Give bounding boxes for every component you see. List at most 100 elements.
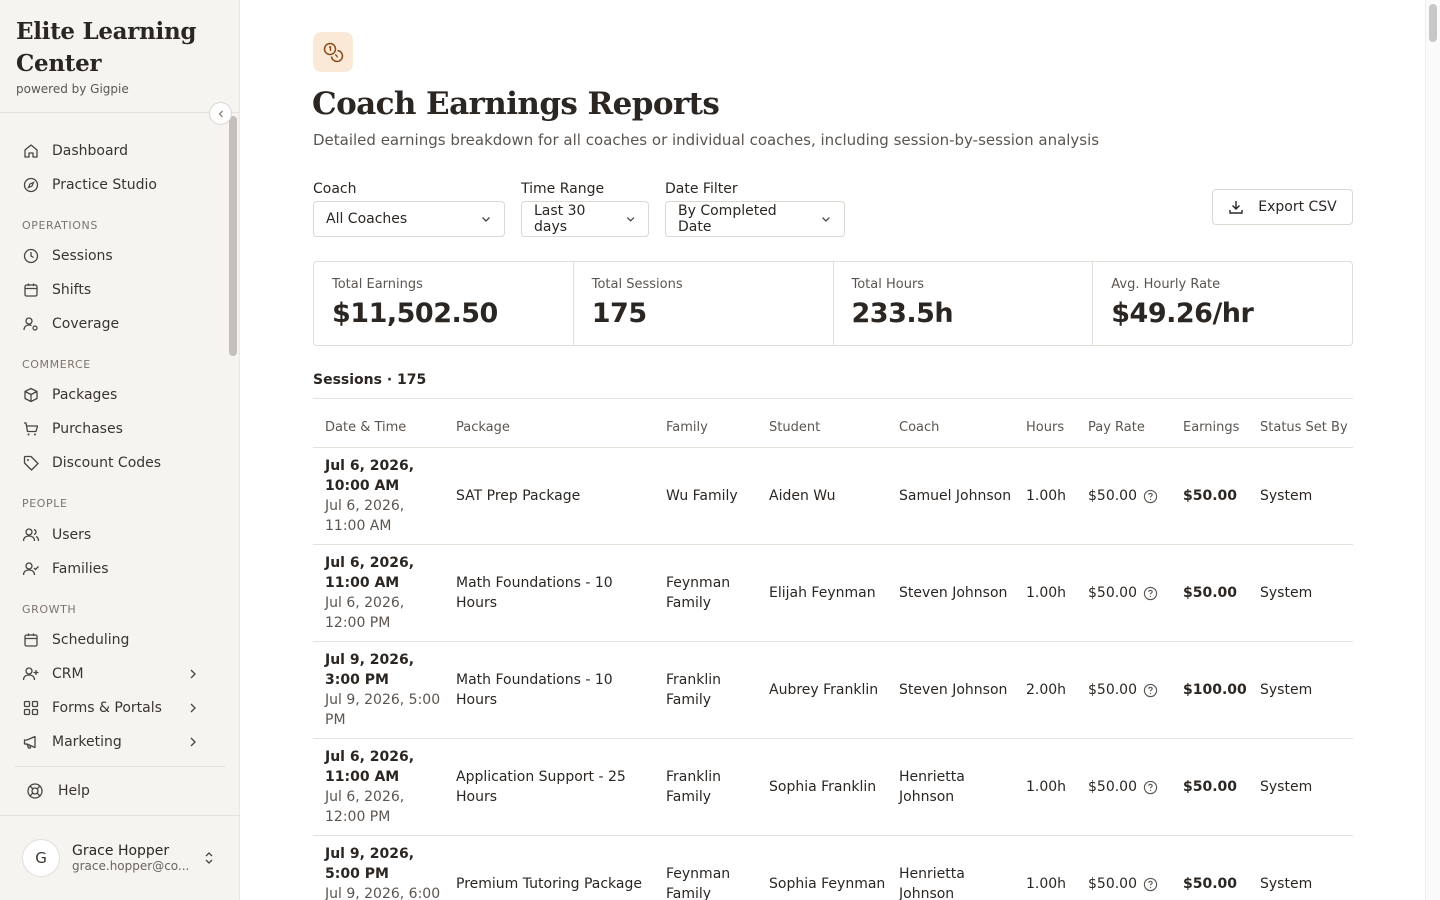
package-cell: Premium Tutoring Package xyxy=(456,876,642,892)
export-csv-button[interactable]: Export CSV xyxy=(1212,189,1353,225)
date-filter-select[interactable]: By Completed Date xyxy=(665,201,845,237)
sidebar-item-coverage[interactable]: Coverage xyxy=(14,307,214,341)
column-header[interactable]: Student xyxy=(757,418,887,438)
sidebar-item-label: Practice Studio xyxy=(52,177,157,193)
sidebar-item-label: Discount Codes xyxy=(52,455,162,471)
sidebar-item-scheduling[interactable]: Scheduling xyxy=(14,623,214,657)
collapse-sidebar-button[interactable] xyxy=(209,102,232,125)
sessions-divider xyxy=(313,398,1353,399)
sidebar-scrollbar[interactable] xyxy=(229,116,237,356)
brand-subtitle: powered by Gigpie xyxy=(16,82,129,96)
help-circle-icon[interactable] xyxy=(1143,489,1158,504)
sidebar-nav: Dashboard Practice Studio OPERATIONS Ses… xyxy=(14,134,214,759)
brand-title: Elite Learning Center xyxy=(16,18,197,77)
hours-cell: 1.00h xyxy=(1026,488,1067,504)
column-header[interactable]: Family xyxy=(654,418,757,438)
calendar-icon xyxy=(22,631,40,649)
export-csv-label: Export CSV xyxy=(1258,199,1337,215)
sidebar-item-shifts[interactable]: Shifts xyxy=(14,273,214,307)
sidebar-item-label: Sessions xyxy=(52,248,113,264)
sidebar-item-sessions[interactable]: Sessions xyxy=(14,239,214,273)
package-cell: SAT Prep Package xyxy=(456,488,581,504)
sidebar-item-label: Dashboard xyxy=(52,143,128,159)
package-cell: Math Foundations - 10 Hours xyxy=(456,575,613,611)
coach-filter-label: Coach xyxy=(313,181,357,197)
section-heading-operations: OPERATIONS xyxy=(22,219,98,232)
column-header[interactable]: Pay Rate xyxy=(1076,418,1171,438)
sidebar-item-label: Marketing xyxy=(52,734,122,750)
family-cell: Franklin Family xyxy=(666,672,722,708)
user-menu[interactable]: G Grace Hopper grace.hopper@co... xyxy=(22,836,222,880)
column-header[interactable]: Coach xyxy=(887,418,1014,438)
stat-value: $11,502.50 xyxy=(332,298,498,329)
sidebar-item-label: Shifts xyxy=(52,282,92,298)
chevron-right-icon xyxy=(190,737,196,747)
help-circle-icon[interactable] xyxy=(1143,586,1158,601)
time-range-filter: Time Range Last 30 days xyxy=(521,181,649,237)
sidebar-item-forms-portals[interactable]: Forms & Portals xyxy=(14,691,214,725)
column-header[interactable]: Earnings xyxy=(1171,418,1248,438)
help-label: Help xyxy=(58,783,90,799)
column-header[interactable]: Date & Time xyxy=(313,418,444,438)
column-header[interactable]: Package xyxy=(444,418,654,438)
column-header[interactable]: Hours xyxy=(1014,418,1076,438)
stat-label: Total Earnings xyxy=(332,277,423,292)
help-circle-icon[interactable] xyxy=(1143,780,1158,795)
grid-icon xyxy=(22,699,40,717)
stat-label: Total Hours xyxy=(851,277,925,292)
megaphone-icon xyxy=(22,733,40,751)
chevron-right-icon xyxy=(190,669,196,679)
table-row[interactable]: Jul 9, 2026, 5:00 PM Jul 9, 2026, 6:00 PM… xyxy=(313,836,1353,900)
lifebuoy-icon xyxy=(26,782,44,800)
sidebar-item-crm[interactable]: CRM xyxy=(14,657,214,691)
page-scrollbar-thumb[interactable] xyxy=(1429,4,1437,42)
sidebar-item-families[interactable]: Families xyxy=(14,552,214,586)
page-title: Coach Earnings Reports xyxy=(312,86,720,122)
table-row[interactable]: Jul 9, 2026, 3:00 PM Jul 9, 2026, 5:00 PM… xyxy=(313,642,1353,739)
page-scrollbar-track[interactable] xyxy=(1425,0,1440,900)
hours-cell: 1.00h xyxy=(1026,585,1067,601)
chevron-down-icon xyxy=(482,217,490,222)
avatar: G xyxy=(22,839,60,877)
hours-cell: 1.00h xyxy=(1026,779,1067,795)
sidebar-item-discount-codes[interactable]: Discount Codes xyxy=(14,446,214,480)
sidebar-item-marketing[interactable]: Marketing xyxy=(14,725,214,759)
sidebar-divider-user xyxy=(0,815,240,816)
session-start: Jul 6, 2026, 11:00 AM xyxy=(325,555,415,591)
sidebar-item-label: Forms & Portals xyxy=(52,700,162,716)
sidebar-item-help[interactable]: Help xyxy=(18,774,90,808)
sidebar-item-label: CRM xyxy=(52,666,84,682)
stat-total-earnings: Total Earnings $11,502.50 xyxy=(314,262,574,345)
table-row[interactable]: Jul 6, 2026, 10:00 AM Jul 6, 2026, 11:00 … xyxy=(313,448,1353,545)
coach-select[interactable]: All Coaches xyxy=(313,201,505,237)
hours-cell: 1.00h xyxy=(1026,876,1067,892)
student-cell: Sophia Feynman xyxy=(769,876,886,892)
status-set-by-cell: System xyxy=(1260,488,1313,504)
chevron-down-icon xyxy=(626,217,635,222)
column-header[interactable]: Status Set By xyxy=(1248,418,1353,438)
sidebar-item-users[interactable]: Users xyxy=(14,518,214,552)
sidebar-item-packages[interactable]: Packages xyxy=(14,378,214,412)
time-range-select[interactable]: Last 30 days xyxy=(521,201,649,237)
session-start: Jul 9, 2026, 5:00 PM xyxy=(325,846,415,882)
sidebar-item-purchases[interactable]: Purchases xyxy=(14,412,214,446)
session-end: Jul 6, 2026, 12:00 PM xyxy=(325,789,405,825)
user-cog-icon xyxy=(22,315,40,333)
table-row[interactable]: Jul 6, 2026, 11:00 AM Jul 6, 2026, 12:00 … xyxy=(313,545,1353,642)
sidebar-divider-help xyxy=(14,766,226,767)
section-heading-growth: GROWTH xyxy=(22,603,77,616)
user-plus-icon xyxy=(22,665,40,683)
help-circle-icon[interactable] xyxy=(1143,877,1158,892)
date-filter-label: Date Filter xyxy=(665,181,738,197)
sessions-table: Date & Time Package Family Student Coach… xyxy=(313,409,1353,900)
calendar-icon xyxy=(22,281,40,299)
stat-label: Avg. Hourly Rate xyxy=(1111,277,1221,292)
sidebar-item-practice-studio[interactable]: Practice Studio xyxy=(14,168,214,202)
stats-panel: Total Earnings $11,502.50 Total Sessions… xyxy=(313,261,1353,346)
sidebar-divider-top xyxy=(0,112,240,113)
help-circle-icon[interactable] xyxy=(1143,683,1158,698)
table-row[interactable]: Jul 6, 2026, 11:00 AM Jul 6, 2026, 12:00 … xyxy=(313,739,1353,836)
coach-filter: Coach All Coaches xyxy=(313,181,505,237)
table-header: Date & Time Package Family Student Coach… xyxy=(313,409,1353,448)
sidebar-item-dashboard[interactable]: Dashboard xyxy=(14,134,214,168)
